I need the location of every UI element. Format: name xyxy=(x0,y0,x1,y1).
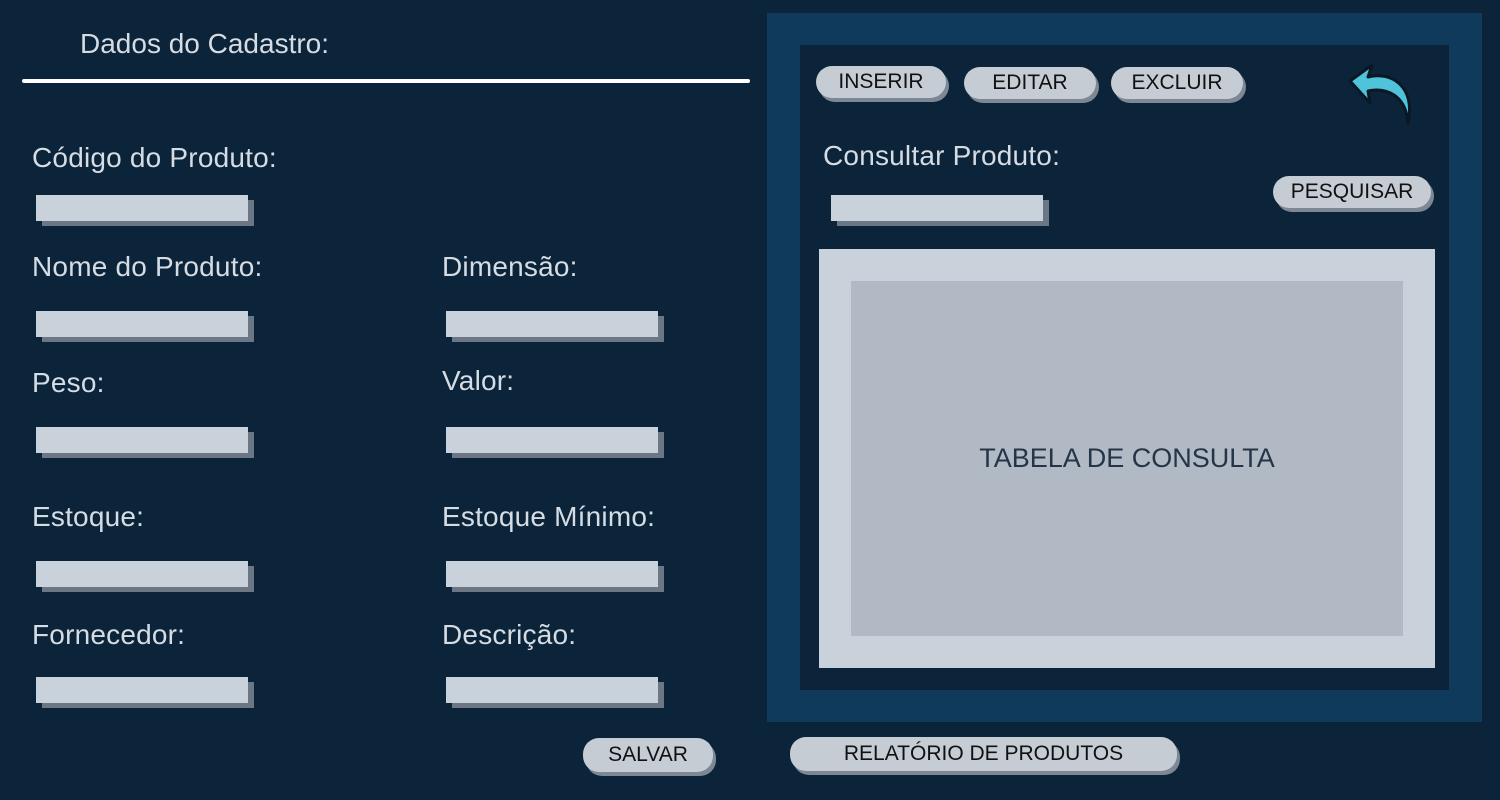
dimensao-label: Dimensão: xyxy=(442,251,578,282)
descricao-label: Descrição: xyxy=(442,619,577,650)
save-button[interactable]: SALVAR xyxy=(583,738,713,772)
insert-button[interactable]: INSERIR xyxy=(816,66,946,98)
consulta-panel: INSERIR EDITAR EXCLUIR Consultar Produto… xyxy=(767,13,1482,722)
nome-label: Nome do Produto: xyxy=(32,251,263,282)
estoque-minimo-input[interactable] xyxy=(446,561,658,587)
edit-button[interactable]: EDITAR xyxy=(964,67,1096,99)
nome-input[interactable] xyxy=(36,311,248,337)
codigo-input[interactable] xyxy=(36,195,248,221)
codigo-label: Código do Produto: xyxy=(32,142,277,173)
fornecedor-input[interactable] xyxy=(36,677,248,703)
results-table[interactable]: TABELA DE CONSULTA xyxy=(819,249,1435,668)
delete-button[interactable]: EXCLUIR xyxy=(1111,67,1243,99)
results-table-body: TABELA DE CONSULTA xyxy=(851,281,1403,636)
back-arrow-icon[interactable] xyxy=(1346,61,1422,125)
consultar-label: Consultar Produto: xyxy=(823,140,1061,171)
consultar-input[interactable] xyxy=(831,195,1043,221)
dimensao-input[interactable] xyxy=(446,311,658,337)
form-title: Dados do Cadastro: xyxy=(80,28,330,59)
estoque-label: Estoque: xyxy=(32,501,145,532)
estoque-minimo-label: Estoque Mínimo: xyxy=(442,501,656,532)
valor-label: Valor: xyxy=(442,365,515,396)
form-divider xyxy=(22,79,750,83)
estoque-input[interactable] xyxy=(36,561,248,587)
report-button[interactable]: RELATÓRIO DE PRODUTOS xyxy=(790,737,1177,771)
peso-input[interactable] xyxy=(36,427,248,453)
valor-input[interactable] xyxy=(446,427,658,453)
peso-label: Peso: xyxy=(32,367,105,398)
search-button[interactable]: PESQUISAR xyxy=(1273,176,1431,208)
consulta-panel-inner: INSERIR EDITAR EXCLUIR Consultar Produto… xyxy=(800,45,1449,690)
descricao-input[interactable] xyxy=(446,677,658,703)
table-placeholder: TABELA DE CONSULTA xyxy=(979,443,1275,473)
fornecedor-label: Fornecedor: xyxy=(32,619,186,650)
